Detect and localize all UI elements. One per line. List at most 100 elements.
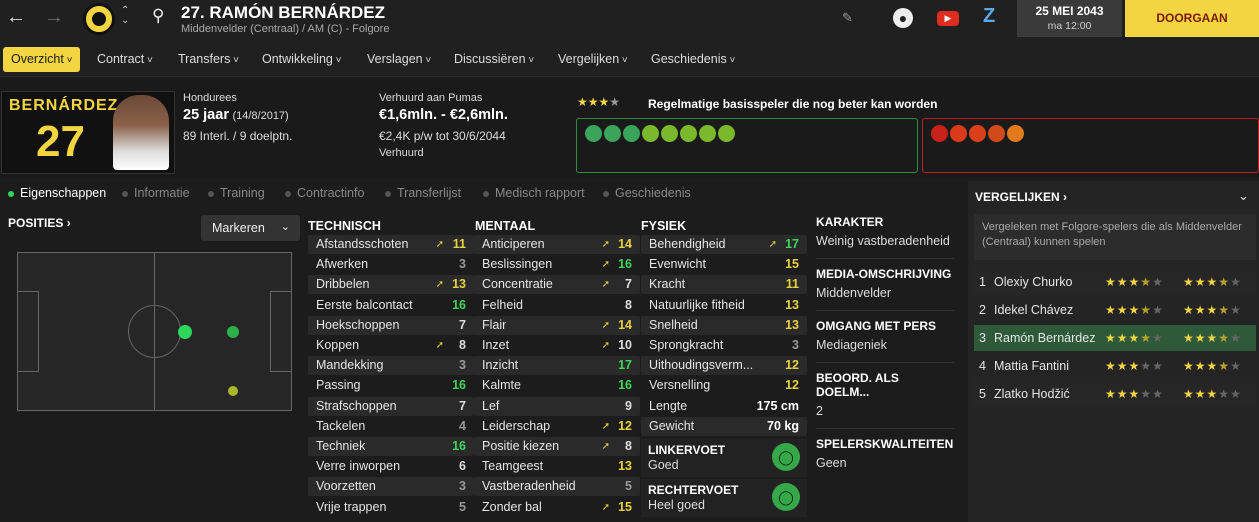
attribute-row[interactable]: Kalmte 16 — [474, 376, 640, 395]
attribute-row[interactable]: Hoekschoppen 7 — [308, 315, 474, 335]
compare-row[interactable]: 5 Zlatko Hodžić ★★★★★ ★★★★★ — [974, 381, 1256, 407]
attribute-row[interactable]: Strafschoppen 7 — [308, 396, 474, 416]
nav-item-4[interactable]: Verslagen ˅ — [359, 47, 439, 72]
positions-title[interactable]: POSITIES › — [8, 216, 71, 230]
compare-title[interactable]: VERGELIJKEN › — [975, 190, 1067, 204]
subtab-5[interactable]: Medisch rapport — [483, 186, 585, 200]
attribute-name: Tackelen — [316, 418, 366, 433]
attribute-row[interactable]: Voorzetten 3 — [308, 477, 474, 497]
chevron-updown-icon[interactable]: ⌃ ⌄ — [121, 6, 129, 26]
attribute-row[interactable]: Beslissingen ➚ 16 — [474, 255, 640, 274]
attribute-row[interactable]: Flair ➚ 14 — [474, 315, 640, 335]
position-dot-mr[interactable] — [228, 386, 238, 396]
attribute-name: Positie kiezen — [482, 439, 560, 453]
potential-ability-stars: ★★★★★ — [1183, 359, 1242, 373]
technical-title: TECHNISCH — [308, 219, 381, 233]
club-badge-icon[interactable] — [83, 3, 115, 35]
compare-row[interactable]: 2 Idekel Chávez ★★★★★ ★★★★★ — [974, 297, 1256, 323]
attribute-row[interactable]: Sprongkracht 3 — [641, 336, 807, 355]
back-arrow-icon[interactable]: ← — [6, 6, 26, 29]
attribute-row[interactable]: Concentratie ➚ 7 — [474, 275, 640, 295]
subtab-3[interactable]: Contractinfo — [285, 186, 364, 200]
attribute-row[interactable]: Zonder bal ➚ 15 — [474, 498, 640, 517]
attribute-row[interactable]: Vrije trappen 5 — [308, 498, 474, 517]
subtab-2[interactable]: Training — [208, 186, 265, 200]
attribute-value: 3 — [459, 358, 466, 373]
nav-item-7[interactable]: Geschiedenis ˅ — [643, 47, 743, 72]
chevron-down-icon[interactable]: ⌄ — [1238, 188, 1249, 204]
attribute-row[interactable]: Lef 9 — [474, 396, 640, 416]
grid-trait-icon[interactable] — [718, 125, 735, 142]
attribute-row[interactable]: Leiderschap ➚ 12 — [474, 417, 640, 436]
attribute-row[interactable]: Anticiperen ➚ 14 — [474, 235, 640, 254]
left-foot-label: LINKERVOET — [648, 443, 726, 457]
attribute-name: Dribbelen — [316, 277, 370, 292]
position-dot-main[interactable] — [178, 325, 192, 339]
attribute-row[interactable]: Dribbelen ➚ 13 — [308, 275, 474, 295]
nav-item-5[interactable]: Discussiëren ˅ — [446, 47, 542, 72]
attribute-row[interactable]: Vastberadenheid 5 — [474, 477, 640, 497]
compare-row[interactable]: 4 Mattia Fantini ★★★★★ ★★★★★ — [974, 353, 1256, 379]
attribute-row[interactable]: Positie kiezen ➚ 8 — [474, 437, 640, 456]
search-icon[interactable]: ⚲ — [152, 6, 164, 26]
trend-trait-icon[interactable] — [642, 125, 659, 142]
compare-row[interactable]: 1 Olexiy Churko ★★★★★ ★★★★★ — [974, 269, 1256, 295]
compare-row[interactable]: 3 Ramón Bernárdez ★★★★★ ★★★★★ — [974, 325, 1256, 351]
attribute-name: Afstandsschoten — [316, 237, 409, 251]
attribute-row[interactable]: Inzet ➚ 10 — [474, 336, 640, 355]
attribute-row[interactable]: Verre inworpen 6 — [308, 457, 474, 476]
globe-icon[interactable]: ● — [893, 8, 913, 28]
attribute-row[interactable]: Koppen ➚ 8 — [308, 336, 474, 355]
highlight-dropdown[interactable]: Markeren ⌄ — [201, 215, 300, 241]
date-box[interactable]: 25 MEI 2043 ma 12:00 — [1017, 0, 1122, 37]
shirt-number: 27 — [36, 117, 85, 166]
attribute-row[interactable]: Kracht 11 — [641, 275, 807, 295]
attribute-row[interactable]: Teamgeest 13 — [474, 457, 640, 476]
continue-button[interactable]: DOORGAAN — [1125, 0, 1259, 37]
flag-trait-icon[interactable] — [604, 125, 621, 142]
compare-description: Vergeleken met Folgore-spelers die als M… — [974, 214, 1256, 260]
head-trait-icon[interactable] — [969, 125, 986, 142]
card-trait-icon[interactable] — [950, 125, 967, 142]
tackle-trait-icon[interactable] — [988, 125, 1005, 142]
subtab-6[interactable]: Geschiedenis — [603, 186, 691, 200]
flask-trait-icon[interactable] — [1007, 125, 1024, 142]
boot-trait-icon[interactable] — [661, 125, 678, 142]
attribute-row[interactable]: Uithoudingsverm... 12 — [641, 356, 807, 376]
attribute-row[interactable]: Versnelling 12 — [641, 376, 807, 395]
chevron-down-icon: ˅ — [332, 55, 342, 66]
attribute-row[interactable]: Felheid 8 — [474, 296, 640, 315]
position-dot-am[interactable] — [227, 326, 239, 338]
attribute-row[interactable]: Evenwicht 15 — [641, 255, 807, 274]
leg-trait-icon[interactable] — [680, 125, 697, 142]
attribute-name: Flair — [482, 317, 507, 332]
forward-arrow-icon[interactable]: → — [44, 6, 64, 29]
attribute-row[interactable]: Snelheid 13 — [641, 315, 807, 335]
nav-item-2[interactable]: Transfers ˅ — [170, 47, 247, 72]
attribute-row[interactable]: Techniek 16 — [308, 437, 474, 456]
whistle-trait-icon[interactable] — [931, 125, 948, 142]
attribute-row[interactable]: Inzicht 17 — [474, 356, 640, 376]
attribute-row[interactable]: Passing 16 — [308, 376, 474, 395]
edit-icon[interactable]: ✎ — [842, 10, 853, 26]
attribute-name: Behendigheid — [649, 237, 726, 251]
run-trait-icon[interactable] — [699, 125, 716, 142]
subtab-1[interactable]: Informatie — [122, 186, 190, 200]
eye-trait-icon[interactable] — [623, 125, 640, 142]
attribute-row[interactable]: Mandekking 3 — [308, 356, 474, 376]
youtube-icon[interactable]: ▶ — [937, 11, 959, 26]
subtab-4[interactable]: Transferlijst — [385, 186, 461, 200]
nav-item-1[interactable]: Contract ˅ — [89, 47, 161, 72]
attribute-row[interactable]: Natuurlijke fitheid 13 — [641, 296, 807, 315]
nav-item-0[interactable]: Overzicht ˅ — [3, 47, 81, 72]
z-icon[interactable]: Z — [983, 5, 995, 28]
attribute-row[interactable]: Afstandsschoten ➚ 11 — [308, 235, 474, 254]
star-trait-icon[interactable] — [585, 125, 602, 142]
attribute-row[interactable]: Afwerken 3 — [308, 255, 474, 274]
attribute-row[interactable]: Tackelen 4 — [308, 417, 474, 436]
nav-item-6[interactable]: Vergelijken ˅ — [550, 47, 636, 72]
subtab-0[interactable]: Eigenschappen — [8, 186, 106, 200]
attribute-row[interactable]: Behendigheid ➚ 17 — [641, 235, 807, 254]
nav-item-3[interactable]: Ontwikkeling ˅ — [254, 47, 350, 72]
attribute-row[interactable]: Eerste balcontact 16 — [308, 296, 474, 315]
